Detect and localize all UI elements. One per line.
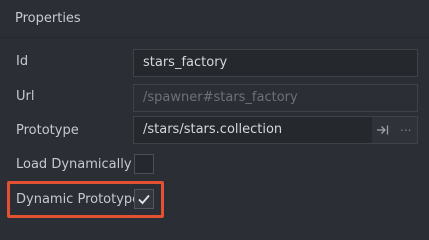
properties-panel: Properties Id stars_factory Url /spawner… [0, 0, 429, 229]
load-dynamically-label: Load Dynamically [16, 157, 132, 172]
title-divider [0, 37, 429, 38]
prototype-field[interactable]: /stars/stars.collection [133, 116, 373, 144]
url-label: Url [16, 89, 35, 104]
browse-label: ... [400, 120, 412, 134]
browse-button[interactable]: ... [395, 117, 418, 143]
go-to-resource-icon[interactable] [372, 117, 395, 143]
prototype-label: Prototype [16, 123, 79, 138]
panel-title: Properties [15, 11, 81, 26]
id-field[interactable]: stars_factory [133, 49, 418, 77]
highlight-box [7, 181, 164, 218]
prototype-buttons: ... [372, 116, 418, 144]
load-dynamically-checkbox[interactable] [134, 154, 154, 174]
url-field: /spawner#stars_factory [133, 84, 418, 112]
id-label: Id [16, 54, 29, 69]
